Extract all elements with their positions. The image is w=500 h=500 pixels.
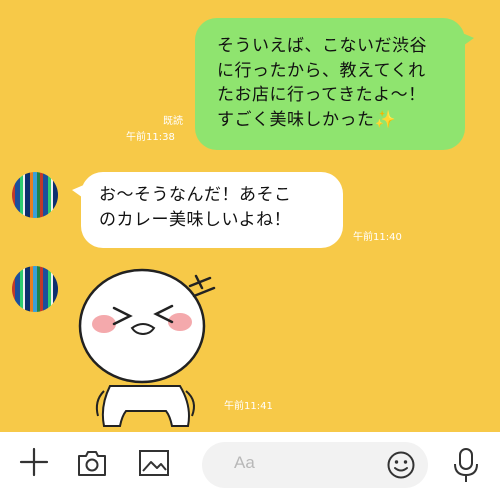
avatar[interactable] xyxy=(12,266,58,312)
chat-area[interactable]: そういえば、こないだ渋谷 に行ったから、教えてくれ たお店に行ってきたよ〜！ す… xyxy=(0,0,500,432)
sent-message-line: すごく美味しかった✨ xyxy=(217,109,397,130)
received-message-line: のカレー美味しいよね！ xyxy=(99,209,292,230)
sent-message-bubble[interactable]: そういえば、こないだ渋谷 に行ったから、教えてくれ たお店に行ってきたよ〜！ す… xyxy=(195,18,474,150)
received-message-line: お〜そうなんだ！あそこ xyxy=(99,185,292,205)
microphone-icon[interactable] xyxy=(451,447,481,485)
message-input-placeholder: Aa xyxy=(234,453,255,472)
sent-timestamp: 午前11:38 xyxy=(126,132,175,143)
message-input[interactable]: Aa xyxy=(202,442,428,488)
image-icon[interactable] xyxy=(138,449,170,477)
sent-message-line: たお店に行ってきたよ〜！ xyxy=(217,85,426,105)
received-message-bubble[interactable]: お〜そうなんだ！あそこ のカレー美味しいよね！ xyxy=(72,172,343,248)
avatar[interactable] xyxy=(12,172,58,218)
sent-message-line: そういえば、こないだ渋谷 xyxy=(217,36,427,56)
read-receipt: 既読 xyxy=(163,116,183,127)
camera-icon[interactable] xyxy=(76,448,108,478)
received-timestamp: 午前11:40 xyxy=(353,232,402,243)
smiley-icon[interactable] xyxy=(386,450,416,480)
laughing-face-sticker[interactable] xyxy=(70,266,220,432)
sticker-timestamp: 午前11:41 xyxy=(224,401,273,412)
plus-icon[interactable] xyxy=(18,446,50,478)
sent-message-line: に行ったから、教えてくれ xyxy=(217,60,426,81)
sparkles-emoji: ✨ xyxy=(374,109,397,130)
